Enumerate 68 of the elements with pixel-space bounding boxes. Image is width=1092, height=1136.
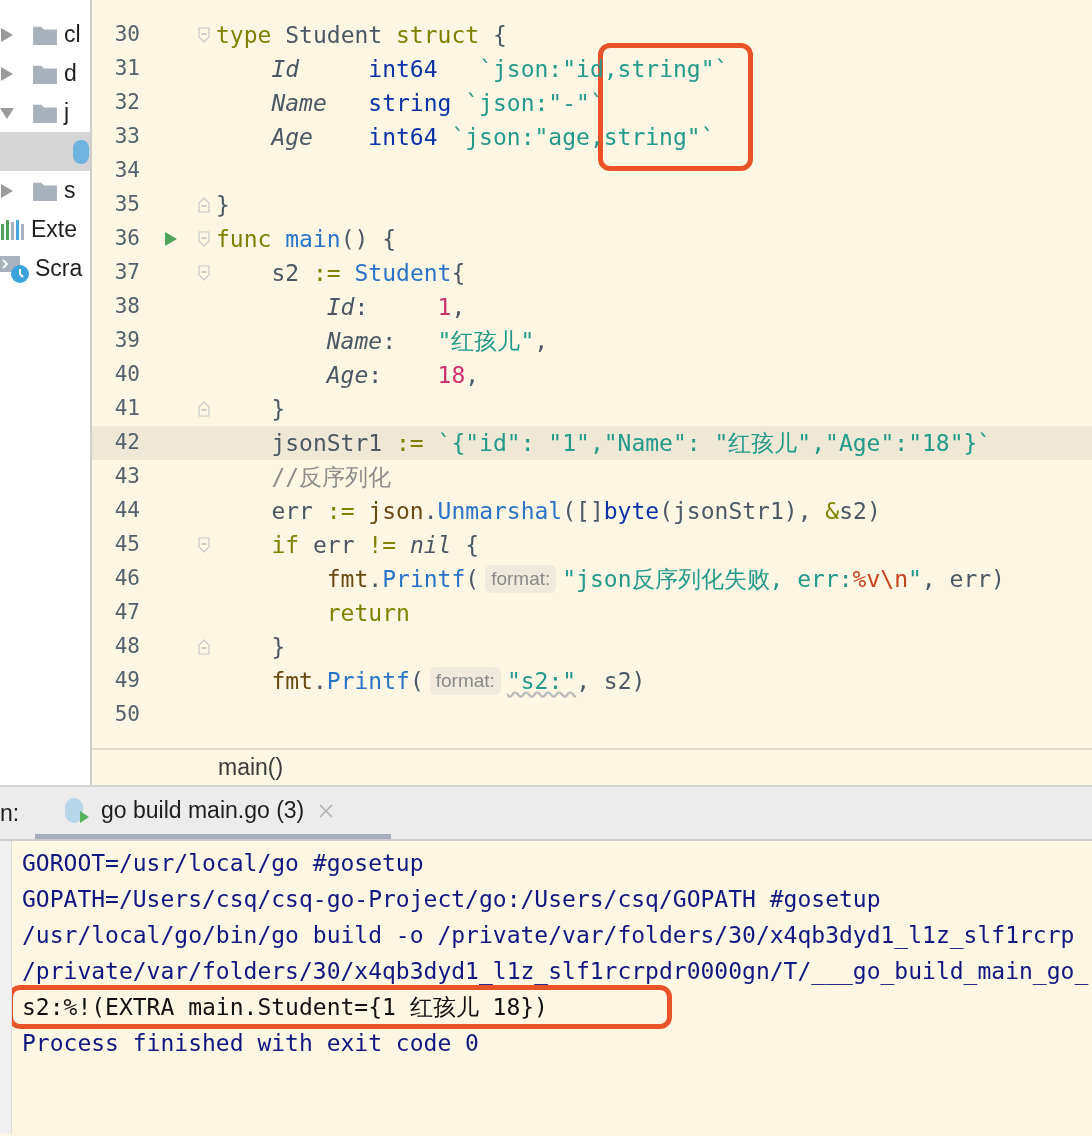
console-line: Process finished with exit code 0: [22, 1029, 479, 1057]
line-number: 32: [113, 89, 140, 117]
tree-item[interactable]: cl: [0, 15, 90, 54]
libraries-icon: [0, 217, 26, 242]
code-line: }: [270, 395, 286, 424]
line-number: 41: [113, 395, 140, 423]
line-number: 33: [113, 123, 140, 151]
code-line: Age: 18,: [324, 361, 480, 390]
line-number: 34: [113, 157, 140, 185]
fold-icon[interactable]: [198, 27, 210, 43]
line-number: 42: [113, 429, 140, 457]
breadcrumb[interactable]: main(): [218, 750, 284, 785]
tree-item[interactable]: j: [0, 93, 90, 132]
line-number: 38: [113, 293, 140, 321]
fold-icon[interactable]: [198, 639, 210, 655]
tree-item[interactable]: [0, 132, 90, 171]
code-line: fmt.Printf( format: "s2:", s2): [270, 666, 646, 697]
code-line: s2 := Student{: [270, 259, 466, 288]
line-number: 31: [113, 55, 140, 83]
fold-icon[interactable]: [198, 197, 210, 213]
line-number: 40: [113, 361, 140, 389]
line-number: 35: [113, 191, 140, 219]
collapsed-arrow-icon[interactable]: [0, 65, 14, 82]
code-line: fmt.Printf( format: "json反序列化失败, err:%v\n", err): [325, 564, 1005, 595]
panel-label: n:: [0, 798, 21, 828]
code-line: type Student struct {: [216, 21, 507, 50]
line-number: 49: [113, 667, 140, 695]
line-number: 30: [113, 21, 140, 49]
line-number: 39: [113, 327, 140, 355]
console-line: /usr/local/go/bin/go build -o /private/var/folders/30/x4qb3dyd1_l1z_slf1rcrp: [22, 921, 1075, 949]
file-icon: [72, 137, 90, 166]
console-line: GOPATH=/Users/csq/csq-go-Project/go:/Users/csq/GOPATH #gosetup: [22, 885, 881, 913]
tree-item[interactable]: d: [0, 54, 90, 93]
console-line: /private/var/folders/30/x4qb3dyd1_l1z_slf1rcrpdr0000gn/T/___go_build_main_go_: [22, 957, 1089, 985]
line-number: 47: [113, 599, 140, 627]
collapsed-arrow-icon[interactable]: [0, 182, 14, 199]
code-line: err := json.Unmarshal([]byte(jsonStr1), &s2): [270, 497, 881, 526]
run-icon[interactable]: [164, 231, 178, 247]
line-number: 45: [113, 531, 140, 559]
line-number: 36: [113, 225, 140, 253]
code-line: if err != nil {: [270, 531, 480, 560]
tree-item[interactable]: s: [0, 171, 90, 210]
code-line: func main() {: [216, 225, 397, 254]
fold-icon[interactable]: [198, 401, 210, 417]
code-line: }: [270, 633, 286, 662]
run-config-icon: [63, 796, 91, 825]
close-icon[interactable]: [318, 802, 335, 819]
collapsed-arrow-icon[interactable]: [0, 26, 14, 43]
fold-icon[interactable]: [198, 265, 210, 281]
code-line: jsonStr1 := `{"id": "1","Name": "红孩儿","Age":"18"}`: [270, 429, 992, 458]
code-line: return: [325, 599, 410, 628]
tree-item[interactable]: Exte: [0, 210, 90, 249]
code-line: }: [216, 191, 230, 220]
line-number: 43: [113, 463, 140, 491]
console-line: GOROOT=/usr/local/go #gosetup: [22, 849, 424, 877]
line-number: 46: [113, 565, 140, 593]
code-line: Name: "红孩儿",: [325, 327, 549, 356]
line-number: 50: [113, 701, 140, 729]
console-line: s2:%!(EXTRA main.Student={1 红孩儿 18}): [22, 993, 548, 1021]
run-tab[interactable]: go build main.go (3): [35, 787, 391, 839]
code-line: //反序列化: [270, 463, 392, 492]
line-number: 44: [113, 497, 140, 525]
code-line: Id: 1,: [325, 293, 466, 322]
tree-item[interactable]: Scra: [0, 249, 90, 288]
fold-icon[interactable]: [198, 537, 210, 553]
fold-icon[interactable]: [198, 231, 210, 247]
line-number: 37: [113, 259, 140, 287]
line-number: 48: [113, 633, 140, 661]
